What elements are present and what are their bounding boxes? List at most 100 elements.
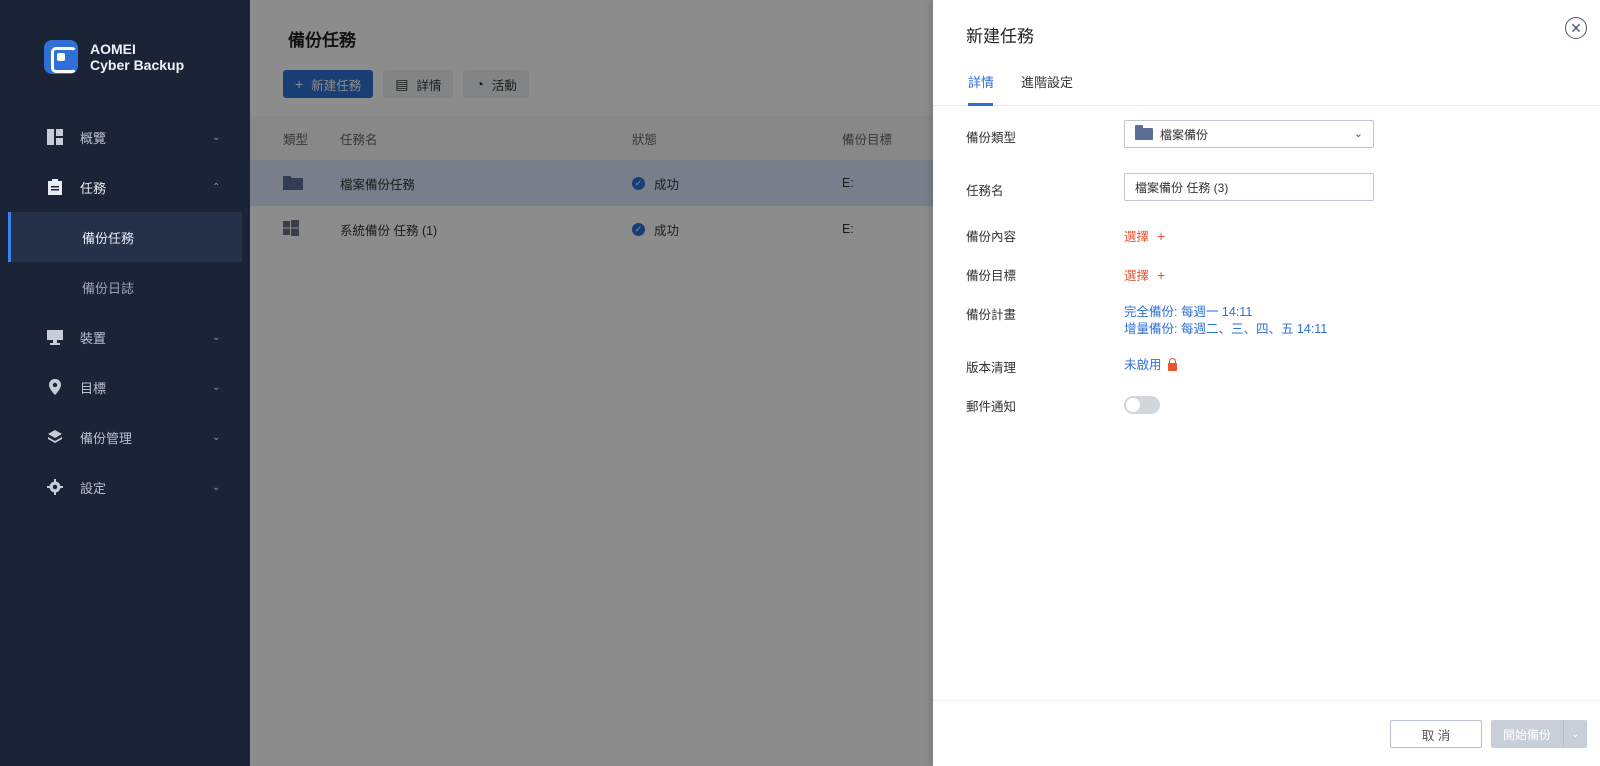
new-task-drawer: 新建任務 ✕ 詳情 進階設定 備份類型 檔案備份 ⌄ 任務名 備份內容 選擇 +… [933, 0, 1600, 766]
folder-icon [1135, 125, 1153, 140]
activity-label: 活動 [491, 78, 517, 93]
cancel-button[interactable]: 取 消 [1390, 720, 1482, 748]
backup-schedule-label: 備份計畫 [966, 308, 1017, 322]
drawer-footer: 取 消 開始備份 ⌄ [933, 700, 1600, 766]
pie-chart-icon: ◔ [475, 76, 484, 92]
sidebar-nav: 概覽 ⌄ 任務 ⌃ 備份任務 備份日誌 裝置 ⌄ 目標 ⌄ 備份管理 ⌄ 設定 … [0, 112, 250, 512]
task-name: 系統備份 任務 (1) [340, 223, 438, 238]
task-name-label: 任務名 [966, 184, 1004, 198]
task-status: 成功 [654, 177, 680, 192]
sidebar-item-label: 任務 [80, 180, 107, 196]
backup-type-label: 備份類型 [966, 131, 1017, 145]
windows-icon [283, 219, 299, 236]
column-header-type[interactable]: 類型 [250, 129, 340, 148]
sidebar-item-label: 概覽 [80, 130, 107, 146]
sidebar-subitem-label: 備份任務 [82, 230, 135, 246]
chevron-down-icon: ⌄ [212, 381, 221, 393]
email-notification-label: 郵件通知 [966, 400, 1017, 414]
sidebar-item-label: 設定 [80, 480, 107, 496]
version-cleanup-label: 版本清理 [966, 361, 1017, 375]
brand-name: AOMEI [90, 41, 136, 57]
location-pin-icon [46, 378, 64, 396]
backup-content-label: 備份內容 [966, 230, 1017, 244]
sidebar-item-label: 裝置 [80, 330, 107, 346]
aomei-logo-icon [44, 40, 78, 74]
details-icon: ▤ [395, 75, 409, 92]
sidebar-item-label: 備份管理 [80, 430, 133, 446]
sidebar-item-devices[interactable]: 裝置 ⌄ [0, 312, 250, 362]
task-name: 檔案備份任務 [340, 177, 416, 192]
details-button[interactable]: ▤ 詳情 [383, 70, 454, 98]
sidebar-item-overview[interactable]: 概覽 ⌄ [0, 112, 250, 162]
chevron-down-icon: ⌄ [212, 131, 221, 143]
column-header-status[interactable]: 狀態 [632, 129, 842, 148]
backup-schedule-row: 備份計畫 完全備份: 每週一 14:11 增量備份: 每週二、三、四、五 14:… [966, 304, 1327, 338]
monitor-icon [46, 328, 64, 346]
tab-advanced-settings[interactable]: 進階設定 [1021, 72, 1073, 91]
chevron-up-icon: ⌃ [212, 181, 221, 193]
plus-icon: + [1157, 266, 1166, 283]
success-check-icon: ✓ [632, 222, 645, 236]
backup-type-value: 檔案備份 [1160, 127, 1209, 142]
select-content-label: 選擇 [1124, 230, 1150, 244]
backup-target-label: 備份目標 [966, 269, 1017, 283]
start-backup-button[interactable]: 開始備份 ⌄ [1491, 720, 1587, 748]
sidebar-item-backup-management[interactable]: 備份管理 ⌄ [0, 412, 250, 462]
layers-icon [46, 428, 64, 446]
drawer-title: 新建任務 [966, 27, 1034, 46]
gear-icon [46, 478, 64, 496]
tab-details[interactable]: 詳情 [968, 72, 994, 91]
toolbar: + 新建任務 ▤ 詳情 ◔ 活動 [283, 70, 539, 98]
folder-icon [283, 175, 303, 190]
sidebar: AOMEI Cyber Backup 概覽 ⌄ 任務 ⌃ 備份任務 備份日誌 裝… [0, 0, 250, 766]
select-target-label: 選擇 [1124, 269, 1150, 283]
sidebar-subitem-backup-logs[interactable]: 備份日誌 [0, 262, 250, 312]
page-title: 備份任務 [288, 31, 356, 50]
sidebar-item-tasks[interactable]: 任務 ⌃ [0, 162, 250, 212]
task-name-input[interactable] [1124, 173, 1374, 201]
chevron-down-icon: ⌄ [1353, 128, 1363, 140]
version-cleanup-value: 未啟用 [1124, 358, 1162, 372]
lock-icon [1167, 357, 1177, 371]
success-check-icon: ✓ [632, 176, 645, 190]
version-cleanup-row: 版本清理 未啟用 [966, 357, 1177, 376]
sidebar-item-label: 目標 [80, 380, 107, 396]
sidebar-item-settings[interactable]: 設定 ⌄ [0, 462, 250, 512]
backup-type-row: 備份類型 檔案備份 ⌄ [966, 120, 1374, 148]
backup-schedule-link[interactable]: 完全備份: 每週一 14:11 增量備份: 每週二、三、四、五 14:11 [1124, 304, 1327, 338]
sidebar-item-targets[interactable]: 目標 ⌄ [0, 362, 250, 412]
select-content-link[interactable]: 選擇 + [1124, 226, 1165, 245]
activity-button[interactable]: ◔ 活動 [463, 70, 529, 98]
sidebar-subitem-label: 備份日誌 [82, 280, 135, 296]
brand-product: Cyber Backup [90, 57, 185, 73]
brand: AOMEI Cyber Backup [44, 40, 184, 74]
active-tab-indicator [968, 103, 993, 106]
start-backup-label: 開始備份 [1503, 727, 1552, 742]
plus-icon: + [295, 76, 304, 92]
dashboard-icon [46, 128, 64, 146]
task-status: 成功 [654, 223, 680, 238]
full-backup-schedule: 完全備份: 每週一 14:11 [1124, 305, 1253, 319]
backup-content-row: 備份內容 選擇 + [966, 226, 1165, 245]
chevron-down-icon: ⌄ [212, 331, 221, 343]
new-task-button[interactable]: + 新建任務 [283, 70, 374, 98]
chevron-down-icon[interactable]: ⌄ [1563, 720, 1587, 748]
incremental-backup-schedule: 增量備份: 每週二、三、四、五 14:11 [1124, 322, 1328, 336]
backup-target-row: 備份目標 選擇 + [966, 265, 1165, 284]
drawer-tabs: 詳情 進階設定 [933, 64, 1600, 106]
chevron-down-icon: ⌄ [212, 481, 221, 493]
close-icon[interactable]: ✕ [1565, 17, 1587, 39]
details-label: 詳情 [416, 78, 442, 93]
clipboard-icon [46, 178, 64, 196]
backup-type-select[interactable]: 檔案備份 ⌄ [1124, 120, 1374, 148]
sidebar-subitem-backup-tasks[interactable]: 備份任務 [8, 212, 242, 262]
email-notification-row: 郵件通知 [966, 396, 1160, 415]
email-notification-toggle[interactable] [1124, 396, 1160, 414]
plus-icon: + [1157, 227, 1166, 244]
chevron-down-icon: ⌄ [212, 431, 221, 443]
new-task-label: 新建任務 [311, 78, 362, 93]
task-name-row: 任務名 [966, 173, 1374, 201]
version-cleanup-link[interactable]: 未啟用 [1124, 357, 1177, 374]
column-header-name[interactable]: 任務名 [340, 129, 632, 148]
select-target-link[interactable]: 選擇 + [1124, 265, 1165, 284]
